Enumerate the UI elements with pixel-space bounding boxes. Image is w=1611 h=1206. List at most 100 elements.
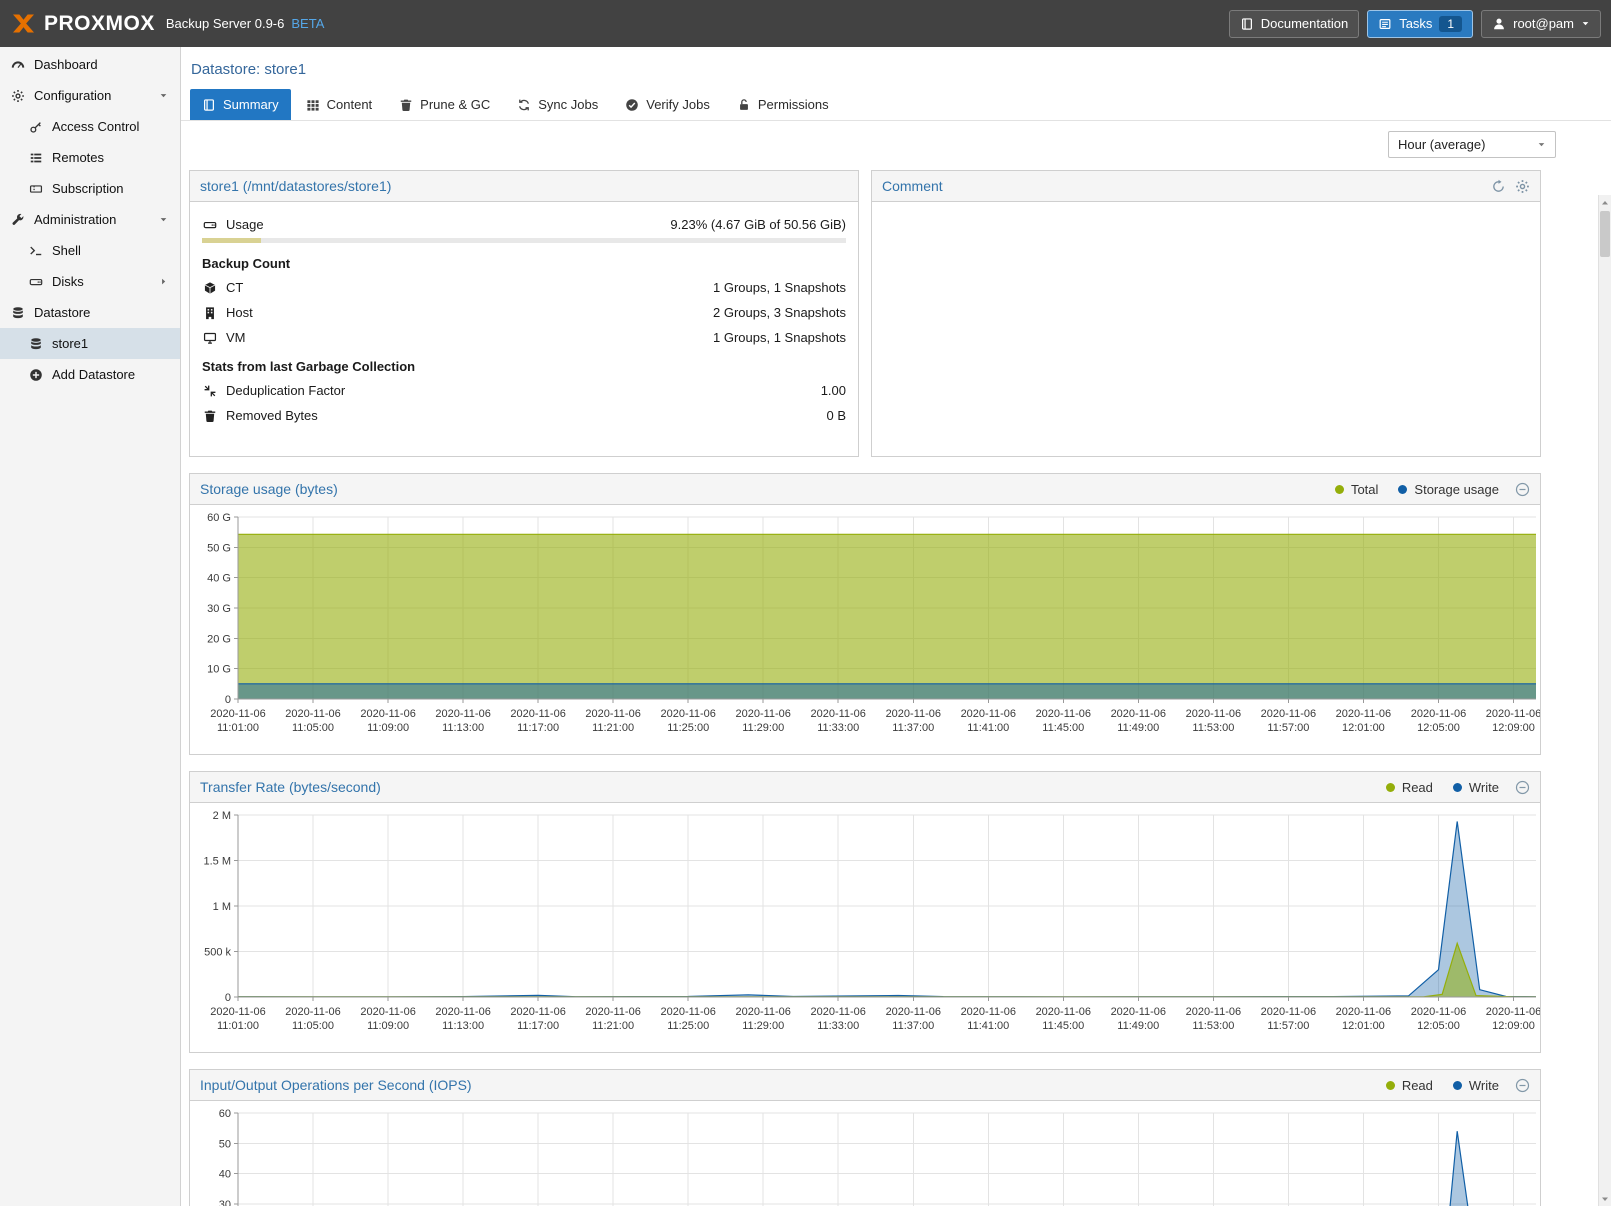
gc-row-removed-bytes-value: 0 B xyxy=(826,408,846,423)
svg-text:12:05:00: 12:05:00 xyxy=(1417,722,1460,734)
backup-row-host: Host2 Groups, 3 Snapshots xyxy=(202,300,846,325)
svg-text:2020-11-06: 2020-11-06 xyxy=(810,708,865,720)
sidebar-item-subscription[interactable]: Subscription xyxy=(0,173,180,204)
caret-down-icon[interactable] xyxy=(155,215,172,224)
legend-item-read[interactable]: Read xyxy=(1386,1078,1433,1093)
beta-link[interactable]: BETA xyxy=(291,16,324,31)
legend-item-write[interactable]: Write xyxy=(1453,780,1499,795)
svg-text:11:29:00: 11:29:00 xyxy=(742,1020,784,1032)
svg-text:2020-11-06: 2020-11-06 xyxy=(510,708,565,720)
collapse-icon[interactable] xyxy=(1515,482,1530,497)
tab-sync-jobs[interactable]: Sync Jobs xyxy=(505,89,610,120)
user-menu-button[interactable]: root@pam xyxy=(1481,10,1601,38)
scroll-up-arrow[interactable] xyxy=(1599,195,1611,210)
legend-label: Read xyxy=(1402,1078,1433,1093)
sidebar-item-store1[interactable]: store1 xyxy=(0,328,180,359)
svg-text:50: 50 xyxy=(219,1138,231,1150)
legend-dot xyxy=(1386,783,1395,792)
sidebar-item-remotes[interactable]: Remotes xyxy=(0,142,180,173)
key-icon xyxy=(27,120,44,134)
svg-text:11:01:00: 11:01:00 xyxy=(217,1020,259,1032)
svg-text:2020-11-06: 2020-11-06 xyxy=(1336,708,1391,720)
svg-text:2020-11-06: 2020-11-06 xyxy=(1486,708,1540,720)
legend-item-read[interactable]: Read xyxy=(1386,780,1433,795)
tasks-button[interactable]: Tasks 1 xyxy=(1367,10,1473,38)
trash-icon xyxy=(399,98,413,112)
time-range-select[interactable]: Hour (average) xyxy=(1388,131,1556,158)
comment-panel-title: Comment xyxy=(882,178,943,194)
vertical-scrollbar[interactable] xyxy=(1598,195,1611,1206)
sidebar-item-disks[interactable]: Disks xyxy=(0,266,180,297)
sidebar-item-label: Access Control xyxy=(52,119,139,134)
svg-text:2020-11-06: 2020-11-06 xyxy=(735,708,790,720)
sidebar-item-add-datastore[interactable]: Add Datastore xyxy=(0,359,180,390)
collapse-icon[interactable] xyxy=(1515,780,1530,795)
unlock-icon xyxy=(737,98,751,112)
svg-text:11:41:00: 11:41:00 xyxy=(967,722,1009,734)
tab-permissions[interactable]: Permissions xyxy=(725,89,841,120)
tab-prune-gc[interactable]: Prune & GC xyxy=(387,89,502,120)
sidebar-item-label: Shell xyxy=(52,243,81,258)
svg-text:12:09:00: 12:09:00 xyxy=(1492,722,1535,734)
svg-text:60: 60 xyxy=(219,1108,231,1120)
sidebar-item-dashboard[interactable]: Dashboard xyxy=(0,49,180,80)
sidebar-item-administration[interactable]: Administration xyxy=(0,204,180,235)
page-title: Datastore: store1 xyxy=(181,47,1611,89)
desktop-icon xyxy=(202,331,218,345)
comment-body[interactable] xyxy=(872,202,1540,456)
summary-body: Usage9.23% (4.67 GiB of 50.56 GiB)Backup… xyxy=(190,202,858,456)
tab-bar: SummaryContentPrune & GCSync JobsVerify … xyxy=(181,89,1611,121)
chevron-down-icon xyxy=(1581,19,1590,28)
tab-summary[interactable]: Summary xyxy=(190,89,291,120)
documentation-label: Documentation xyxy=(1261,16,1348,31)
sidebar-item-label: Dashboard xyxy=(34,57,98,72)
svg-text:11:49:00: 11:49:00 xyxy=(1117,722,1159,734)
user-icon xyxy=(1492,17,1506,31)
sidebar-item-access-control[interactable]: Access Control xyxy=(0,111,180,142)
scrollbar-thumb[interactable] xyxy=(1600,211,1610,257)
collapse-icon[interactable] xyxy=(1515,1078,1530,1093)
svg-text:30 G: 30 G xyxy=(207,603,231,615)
gc-stats-title: Stats from last Garbage Collection xyxy=(202,350,846,378)
tasks-icon xyxy=(1378,17,1392,31)
backup-row-vm-label: VM xyxy=(226,330,246,345)
caret-down-icon[interactable] xyxy=(155,91,172,100)
time-range-value: Hour (average) xyxy=(1398,137,1485,152)
svg-text:2020-11-06: 2020-11-06 xyxy=(1486,1006,1540,1018)
sidebar-item-shell[interactable]: Shell xyxy=(0,235,180,266)
svg-text:11:13:00: 11:13:00 xyxy=(442,722,484,734)
svg-text:11:05:00: 11:05:00 xyxy=(292,1020,334,1032)
revert-icon[interactable] xyxy=(1491,179,1506,194)
sidebar-item-configuration[interactable]: Configuration xyxy=(0,80,180,111)
svg-text:2020-11-06: 2020-11-06 xyxy=(735,1006,790,1018)
legend-item-total[interactable]: Total xyxy=(1335,482,1378,497)
book-icon xyxy=(1240,17,1254,31)
th-icon xyxy=(306,98,320,112)
sidebar-item-datastore[interactable]: Datastore xyxy=(0,297,180,328)
legend-item-write[interactable]: Write xyxy=(1453,1078,1499,1093)
tab-content[interactable]: Content xyxy=(294,89,385,120)
documentation-button[interactable]: Documentation xyxy=(1229,10,1359,38)
chart-area-transfer-rate[interactable]: 0500 k1 M1.5 M2 M2020-11-0611:01:002020-… xyxy=(190,803,1540,1052)
tab-verify-jobs[interactable]: Verify Jobs xyxy=(613,89,722,120)
svg-text:500 k: 500 k xyxy=(204,947,231,959)
scroll-down-arrow[interactable] xyxy=(1599,1191,1611,1206)
gear-icon[interactable] xyxy=(1515,179,1530,194)
plus-circle-icon xyxy=(27,368,44,382)
chart-area-storage-usage[interactable]: 010 G20 G30 G40 G50 G60 G2020-11-0611:01… xyxy=(190,505,1540,754)
backup-row-ct: CT1 Groups, 1 Snapshots xyxy=(202,275,846,300)
backup-row-vm-value: 1 Groups, 1 Snapshots xyxy=(713,330,846,345)
svg-text:2020-11-06: 2020-11-06 xyxy=(886,1006,941,1018)
svg-text:2020-11-06: 2020-11-06 xyxy=(360,708,415,720)
legend-item-storage-usage[interactable]: Storage usage xyxy=(1398,482,1499,497)
check-circle-icon xyxy=(625,98,639,112)
cogs-icon xyxy=(9,89,26,103)
caret-right-icon[interactable] xyxy=(155,277,172,286)
legend-label: Write xyxy=(1469,780,1499,795)
chart-area-iops[interactable]: 01020304050602020-11-0611:01:002020-11-0… xyxy=(190,1101,1540,1206)
usage-progress-bar xyxy=(202,238,846,243)
svg-text:2020-11-06: 2020-11-06 xyxy=(1036,1006,1091,1018)
backup-row-host-label: Host xyxy=(226,305,253,320)
database-icon xyxy=(27,337,44,351)
svg-text:60 G: 60 G xyxy=(207,512,231,524)
